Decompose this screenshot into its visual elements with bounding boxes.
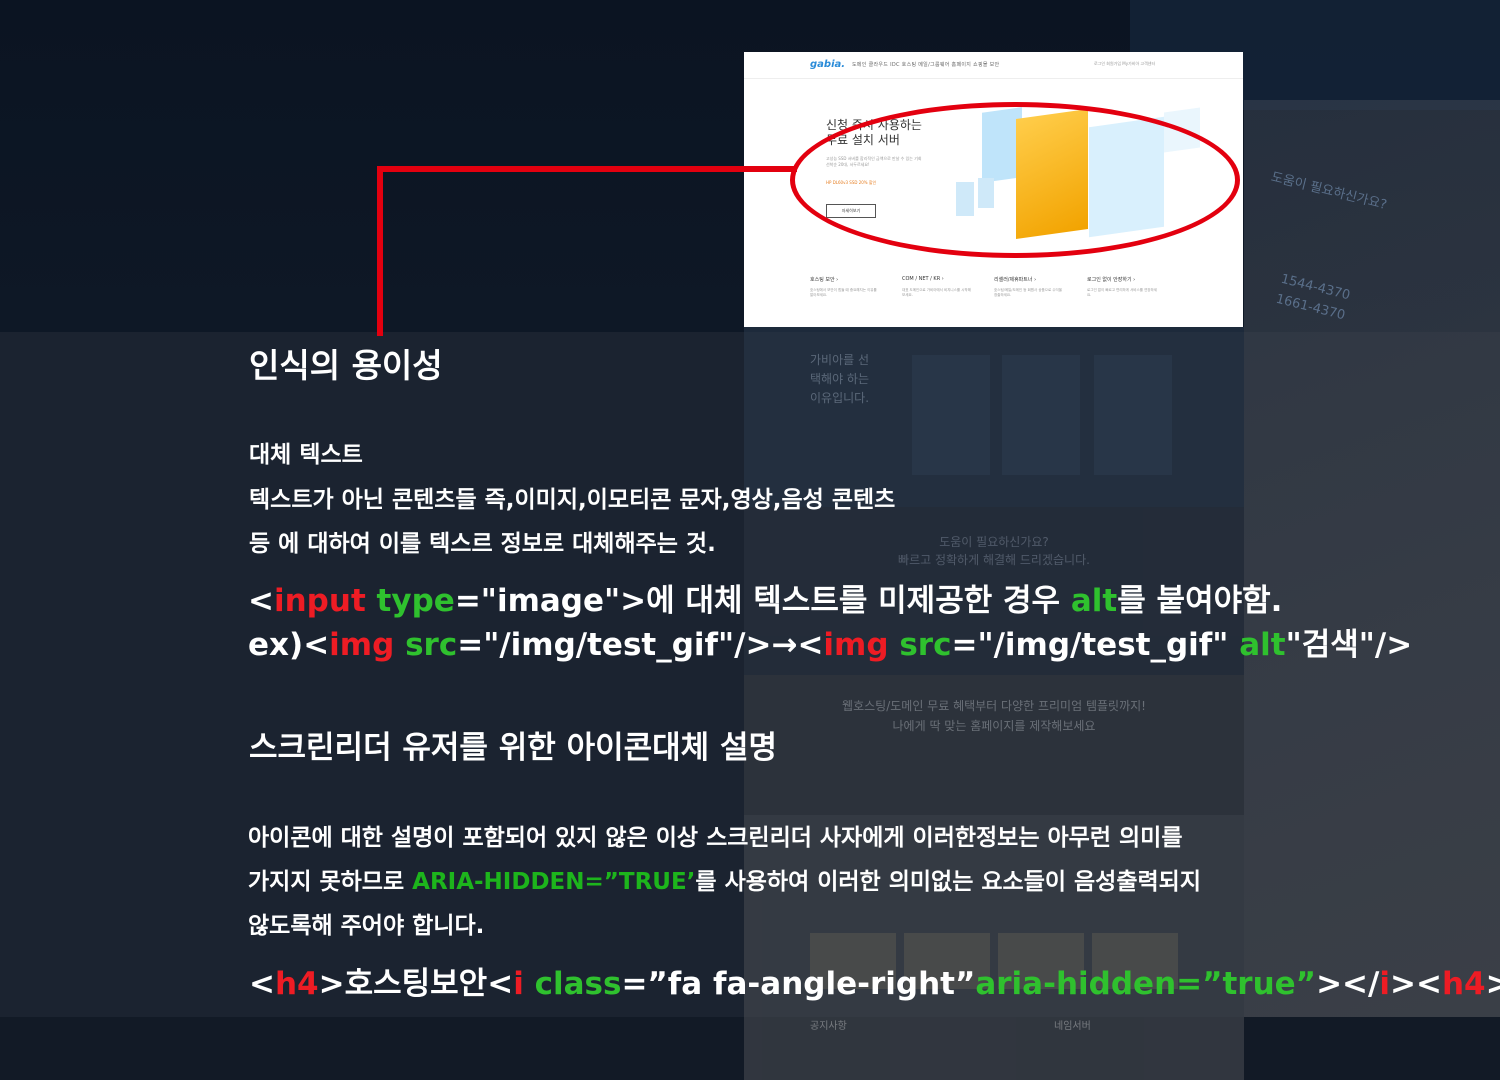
bg-template-sub: 나에게 딱 맞는 홈페이지를 제작해보세요 bbox=[892, 719, 1096, 733]
alt-text-heading: 대체 텍스트 bbox=[249, 442, 363, 468]
code-tag: input bbox=[273, 583, 366, 619]
code-example-input: <input type="image">에 대체 텍스트를 미제공한 경우 al… bbox=[248, 575, 1282, 620]
code-attr: type bbox=[365, 583, 455, 619]
code-token: ="/img/test_gif"/>→< bbox=[457, 627, 824, 663]
bg-help-question: 도움이 필요하신가요? bbox=[939, 535, 1049, 549]
code-tag: img bbox=[329, 627, 395, 663]
aria-hidden-highlight: ARIA-HIDDEN=”TRUE’ bbox=[412, 869, 696, 895]
site-service-title: 호스팅 보안 › bbox=[810, 277, 839, 283]
alt-text-line-2: 등 에 대하여 이를 텍스르 정보로 대체해주는 것. bbox=[249, 531, 716, 557]
code-text: 에 대체 텍스트를 미제공한 경우 bbox=[646, 583, 1071, 619]
code-token: > bbox=[1485, 966, 1500, 1002]
code-token: ="image"> bbox=[454, 583, 647, 619]
code-token: =”fa fa-angle-right” bbox=[621, 966, 976, 1002]
callout-line-horizontal bbox=[377, 166, 797, 172]
code-tag: h4 bbox=[274, 966, 319, 1002]
code-token: < bbox=[249, 966, 275, 1002]
code-tag: i bbox=[1379, 966, 1390, 1002]
bg-card bbox=[1002, 355, 1080, 475]
site-service-title: COM / NET / KR › bbox=[902, 276, 944, 282]
decor-right-screens bbox=[1244, 100, 1500, 1017]
bg-card bbox=[912, 355, 990, 475]
site-logo: gabia. bbox=[810, 59, 846, 70]
code-tag: h4 bbox=[1441, 966, 1486, 1002]
callout-line-vertical bbox=[377, 166, 383, 336]
site-service-title: 리셀러/제휴파트너 › bbox=[994, 277, 1037, 283]
bg-recent-label: 네임서버 bbox=[1054, 1021, 1091, 1032]
code-attr-alt: alt bbox=[1239, 627, 1286, 663]
page-title: 인식의 용이성 bbox=[249, 346, 443, 385]
code-token: "검색"/> bbox=[1285, 627, 1413, 663]
bg-card bbox=[1094, 355, 1172, 475]
code-token: >< bbox=[1389, 966, 1442, 1002]
site-service-desc: 로그인 없이 빠르고 편리하게 서비스를 연장하세요. bbox=[1087, 288, 1157, 297]
code-token: ="/img/test_gif" bbox=[951, 627, 1240, 663]
code-example-h4: <h4>호스팅보안<i class=”fa fa-angle-right”ari… bbox=[249, 958, 1500, 1003]
site-nav-right: 로그인 회원가입 My가비아 고객센터 bbox=[1094, 61, 1156, 66]
bg-why-text: 가비아를 선택해야 하는 이유입니다. bbox=[810, 353, 870, 405]
bg-template-section: 웹호스팅/도메인 무료 혜택부터 다양한 프리미엄 템플릿까지! 나에게 딱 맞… bbox=[744, 675, 1244, 815]
icon-desc-line-3: 않도록해 주어야 합니다. bbox=[248, 913, 485, 939]
code-token: < bbox=[248, 583, 274, 619]
bg-notice-label: 공지사항 bbox=[810, 1021, 847, 1032]
code-text: 를 붙여야함. bbox=[1117, 583, 1283, 619]
site-service-desc: 호스팅/메일/도메인 등 회원사 상품으로 수익을 창출하세요. bbox=[994, 288, 1062, 297]
site-service-desc: 대표 도메인으로 가비아에서 비지니스를 시작해보세요. bbox=[902, 288, 971, 297]
site-nav-items: 도메인 클라우드 IDC 호스팅 메일/그룹웨어 홈페이지 쇼핑몰 보안 bbox=[852, 62, 1000, 68]
site-nav: gabia. 도메인 클라우드 IDC 호스팅 메일/그룹웨어 홈페이지 쇼핑몰… bbox=[744, 52, 1243, 79]
code-attr-alt: alt bbox=[1070, 583, 1118, 619]
code-example-img: ex)<img src="/img/test_gif"/>→<img src="… bbox=[248, 619, 1412, 664]
code-attr: src bbox=[888, 627, 952, 663]
icon-description-heading: 스크린리더 유저를 위한 아이콘대체 설명 bbox=[249, 730, 778, 766]
code-attr-aria: aria-hidden=”true” bbox=[975, 966, 1317, 1002]
icon-desc-line-2: 가지지 못하므로 ARIA-HIDDEN=”TRUE’를 사용하여 이러한 의미… bbox=[248, 862, 1201, 896]
code-token: >호스팅보안< bbox=[318, 966, 514, 1002]
code-tag: i bbox=[513, 966, 524, 1002]
icon-desc-text: 가지지 못하므로 bbox=[248, 869, 413, 895]
code-attr: class bbox=[523, 966, 622, 1002]
code-token: ></ bbox=[1316, 966, 1380, 1002]
code-tag: img bbox=[823, 627, 889, 663]
bg-help-sub: 빠르고 정확하게 해결해 드리겠습니다. bbox=[898, 553, 1090, 567]
site-service-desc: 호스팅에서 보안이 힘들 때 중요해지는 이유를 알아보세요. bbox=[810, 288, 877, 297]
icon-desc-line-1: 아이콘에 대한 설명이 포함되어 있지 않은 이상 스크린리더 사자에게 이러한… bbox=[248, 825, 1183, 851]
bg-template-title: 웹호스팅/도메인 무료 혜택부터 다양한 프리미엄 템플릿까지! bbox=[842, 699, 1146, 713]
code-attr: src bbox=[394, 627, 458, 663]
alt-text-line-1: 텍스트가 아닌 콘텐츠들 즉,이미지,이모티콘 문자,영상,음성 콘텐츠 bbox=[249, 487, 896, 513]
icon-desc-text: 를 사용하여 이러한 의미없는 요소들이 음성출력되지 bbox=[695, 869, 1201, 895]
code-token: ex)< bbox=[248, 627, 330, 663]
highlight-ellipse bbox=[790, 102, 1240, 258]
site-service-title: 로그인 없이 안장하기 › bbox=[1087, 277, 1136, 283]
